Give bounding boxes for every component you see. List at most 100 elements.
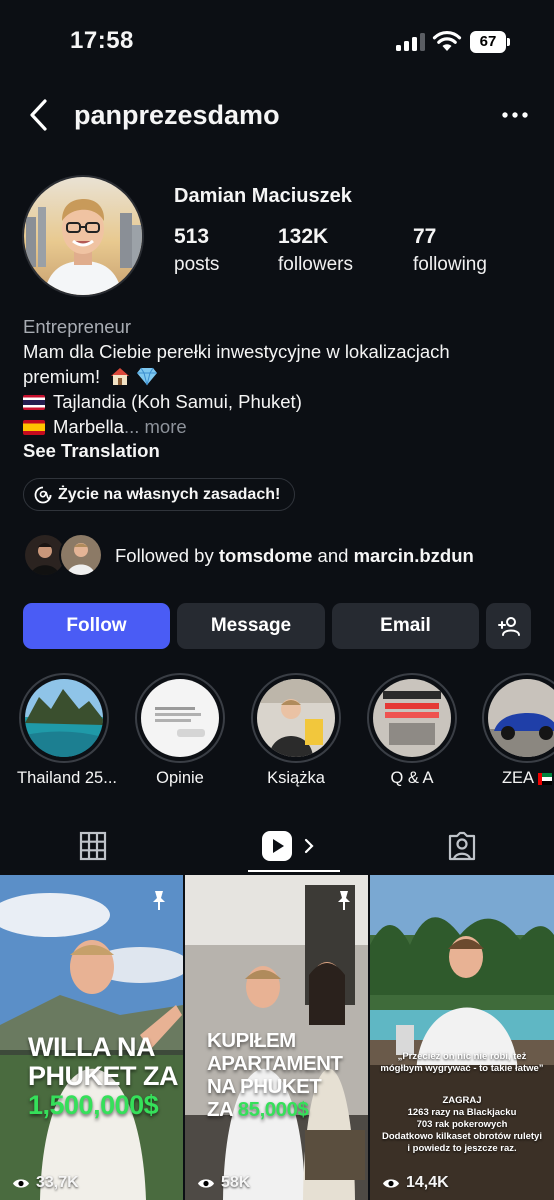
reel-caption-line: PHUKET ZA xyxy=(28,1061,179,1091)
highlight-ksiazka[interactable]: Książka xyxy=(249,673,343,788)
profile-bio: Entrepreneur Mam dla Ciebie perełki inwe… xyxy=(23,314,533,439)
chevron-right-icon xyxy=(304,838,314,854)
highlight-label: Książka xyxy=(267,769,325,787)
reel-caption-prefix: ZA xyxy=(207,1098,238,1121)
bio-line-text: premium! xyxy=(23,366,101,387)
highlight-thailand[interactable]: Thailand 25... xyxy=(17,673,117,788)
reel-views: 33,7K xyxy=(36,1174,79,1191)
reel-view-count: 33,7K xyxy=(12,1174,79,1192)
reel-views: 58K xyxy=(221,1174,251,1191)
mutual-follower-avatar xyxy=(59,533,103,577)
threads-badge-text: Życie na własnych zasadach! xyxy=(58,485,281,503)
reel-caption-line: 1263 razy na Blackjacku xyxy=(407,1107,517,1118)
highlight-opinie[interactable]: Opinie xyxy=(133,673,227,788)
reel-caption-line: ZAGRAJ xyxy=(442,1095,482,1106)
highlight-cover xyxy=(141,679,219,757)
reels-grid: WILLA NA PHUKET ZA 1,500,000$ 33,7K KUPI… xyxy=(0,875,554,1200)
status-time: 17:58 xyxy=(70,27,134,54)
profile-avatar[interactable] xyxy=(22,175,144,297)
tagged-person-icon xyxy=(448,831,476,861)
bio-line: Mam dla Ciebie perełki inwestycyjne w lo… xyxy=(23,341,450,362)
house-emoji-icon xyxy=(111,368,130,385)
profile-category: Entrepreneur xyxy=(23,316,131,337)
highlight-cover xyxy=(25,679,103,757)
bio-line: Tajlandia (Koh Samui, Phuket) xyxy=(23,389,533,414)
bio-line: premium! xyxy=(23,364,533,389)
highlight-label: Thailand 25... xyxy=(17,769,117,787)
back-arrow-icon[interactable] xyxy=(26,98,52,132)
message-button[interactable]: Message xyxy=(177,603,325,649)
wifi-icon xyxy=(432,30,462,51)
posts-count: 513 xyxy=(174,225,210,248)
stat-following[interactable]: 77 following xyxy=(413,225,487,276)
reels-play-icon xyxy=(262,831,292,861)
mutual-follower-name[interactable]: marcin.bzdun xyxy=(354,545,474,566)
cellular-signal-icon xyxy=(396,33,426,51)
highlight-label: Q & A xyxy=(390,769,434,787)
followed-by-prefix: Followed by xyxy=(115,545,219,566)
highlight-cover xyxy=(373,679,451,757)
gem-emoji-icon xyxy=(137,367,158,386)
spain-flag-icon xyxy=(23,420,45,435)
reel-view-count: 58K xyxy=(197,1174,250,1192)
reel-thumbnail[interactable]: KUPIŁEM APARTAMENT NA PHUKET ZA 85,000$ … xyxy=(185,875,368,1200)
reel-views: 14,4K xyxy=(406,1174,449,1191)
reel-thumbnail[interactable]: „Przecież on nic nie robi, też mógłbym w… xyxy=(370,875,554,1200)
stat-posts[interactable]: 513 posts xyxy=(174,225,219,276)
reel-price: 1,500,000$ xyxy=(28,1090,159,1120)
suggest-people-button[interactable] xyxy=(486,603,531,649)
posts-label: posts xyxy=(174,254,220,275)
highlight-cover xyxy=(257,679,335,757)
stat-followers[interactable]: 132K followers xyxy=(278,225,353,276)
battery-level: 67 xyxy=(470,31,506,53)
tab-reels[interactable] xyxy=(258,820,318,872)
followed-by[interactable]: Followed by tomsdome and marcin.bzdun xyxy=(23,533,543,579)
threads-badge[interactable]: Życie na własnych zasadach! xyxy=(23,478,296,511)
following-count: 77 xyxy=(413,225,437,248)
highlight-label: ZEA xyxy=(501,769,535,787)
pin-icon xyxy=(153,891,165,910)
reel-view-count: 14,4K xyxy=(382,1174,449,1192)
tab-posts-grid[interactable] xyxy=(72,820,114,872)
status-bar: 17:58 67 xyxy=(0,0,554,80)
eye-icon xyxy=(13,1178,29,1188)
reel-caption-line: WILLA NA xyxy=(28,1032,155,1062)
followed-by-and: and xyxy=(312,545,354,566)
bio-line-text: Tajlandia (Koh Samui, Phuket) xyxy=(53,391,302,412)
email-button[interactable]: Email xyxy=(332,603,479,649)
reel-caption-line: Dodatkowo kilkaset obrotów ruletyi xyxy=(382,1131,542,1142)
add-person-icon xyxy=(497,617,520,636)
more-options-icon[interactable] xyxy=(500,102,530,128)
reel-caption-line: NA PHUKET xyxy=(207,1075,322,1098)
see-translation-link[interactable]: See Translation xyxy=(23,440,160,462)
bio-line-text: Marbella xyxy=(53,416,124,437)
eye-icon xyxy=(383,1178,399,1188)
reel-price: 85,000$ xyxy=(237,1098,309,1121)
uae-flag-icon xyxy=(538,772,553,785)
reel-quote: „Przecież on nic nie robi, też mógłbym w… xyxy=(380,1051,544,1074)
tab-tagged[interactable] xyxy=(442,820,482,872)
thailand-flag-icon xyxy=(23,395,45,410)
bio-line: Marbella... more xyxy=(23,414,533,439)
highlight-qa[interactable]: Q & A xyxy=(365,673,459,788)
mutual-follower-name[interactable]: tomsdome xyxy=(219,545,313,566)
display-name: Damian Maciuszek xyxy=(174,185,352,207)
active-tab-indicator xyxy=(248,870,340,872)
followers-count: 132K xyxy=(278,225,329,248)
following-label: following xyxy=(413,254,487,275)
reel-thumbnail[interactable]: WILLA NA PHUKET ZA 1,500,000$ 33,7K xyxy=(0,875,183,1200)
reel-caption-line: ZA 85,000$ xyxy=(207,1098,342,1121)
highlight-zea[interactable]: ZEA xyxy=(480,673,554,788)
reel-caption: WILLA NA PHUKET ZA 1,500,000$ xyxy=(28,1032,179,1120)
bio-more-link[interactable]: ... more xyxy=(124,416,187,437)
reel-caption-line: APARTAMENT xyxy=(207,1052,343,1075)
content-tabs xyxy=(0,820,554,872)
followers-label: followers xyxy=(278,254,353,275)
highlight-label: Opinie xyxy=(156,769,204,787)
profile-header: panprezesdamo xyxy=(0,92,554,138)
reel-caption-line: 703 rak pokerowych xyxy=(416,1119,508,1130)
follow-button[interactable]: Follow xyxy=(23,603,170,649)
reel-caption: KUPIŁEM APARTAMENT NA PHUKET ZA 85,000$ xyxy=(207,1029,343,1121)
threads-icon xyxy=(34,486,52,503)
reel-caption-line: KUPIŁEM xyxy=(207,1029,296,1052)
